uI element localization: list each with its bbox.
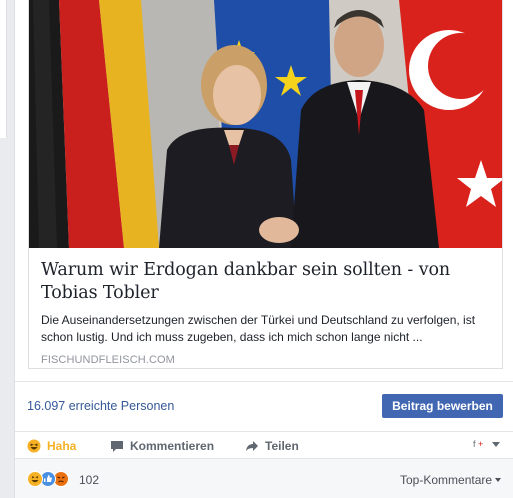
reaction-as-selector[interactable]: f + [473,438,500,451]
svg-text:+: + [478,439,483,448]
reach-link[interactable]: 16.097 erreichte Personen [27,399,174,413]
haha-icon [27,439,41,453]
link-preview-image[interactable] [29,0,502,248]
share-button[interactable]: Teilen [245,437,299,455]
reach-row: 16.097 erreichte Personen Beitrag bewerb… [15,381,513,431]
haha-label: Haha [47,439,77,453]
reaction-icons[interactable] [27,471,69,487]
page-avatar-icon: f + [473,438,487,451]
card-edge [0,0,7,138]
haha-icon [27,471,43,487]
comment-button[interactable]: Kommentieren [110,437,214,455]
comment-sort-dropdown[interactable]: Top-Kommentare [400,473,502,487]
post-card: Warum wir Erdogan dankbar sein sollten -… [14,0,513,498]
action-bar: Haha Kommentieren Teilen f + [15,431,513,459]
share-label: Teilen [265,439,299,453]
chevron-down-icon [492,442,500,447]
previous-card-edge [0,0,14,498]
comment-icon [110,439,124,453]
share-icon [245,439,259,453]
link-headline[interactable]: Warum wir Erdogan dankbar sein sollten -… [41,259,492,305]
link-preview[interactable]: Warum wir Erdogan dankbar sein sollten -… [28,0,503,369]
haha-reaction-button[interactable]: Haha [27,437,76,455]
comment-sort-label: Top-Kommentare [400,473,493,487]
link-preview-text[interactable]: Warum wir Erdogan dankbar sein sollten -… [29,248,502,366]
link-domain: FISCHUNDFLEISCH.COM [41,354,175,366]
chevron-down-icon [495,478,502,482]
svg-text:f: f [473,439,476,448]
handshake-photo [29,0,502,248]
reaction-count[interactable]: 102 [79,473,99,487]
boost-post-button[interactable]: Beitrag bewerben [382,394,503,418]
link-description: Die Auseinandersetzungen zwischen der Tü… [41,313,476,344]
reactions-summary: 102 Top-Kommentare [15,459,513,498]
comment-label: Kommentieren [130,439,215,453]
